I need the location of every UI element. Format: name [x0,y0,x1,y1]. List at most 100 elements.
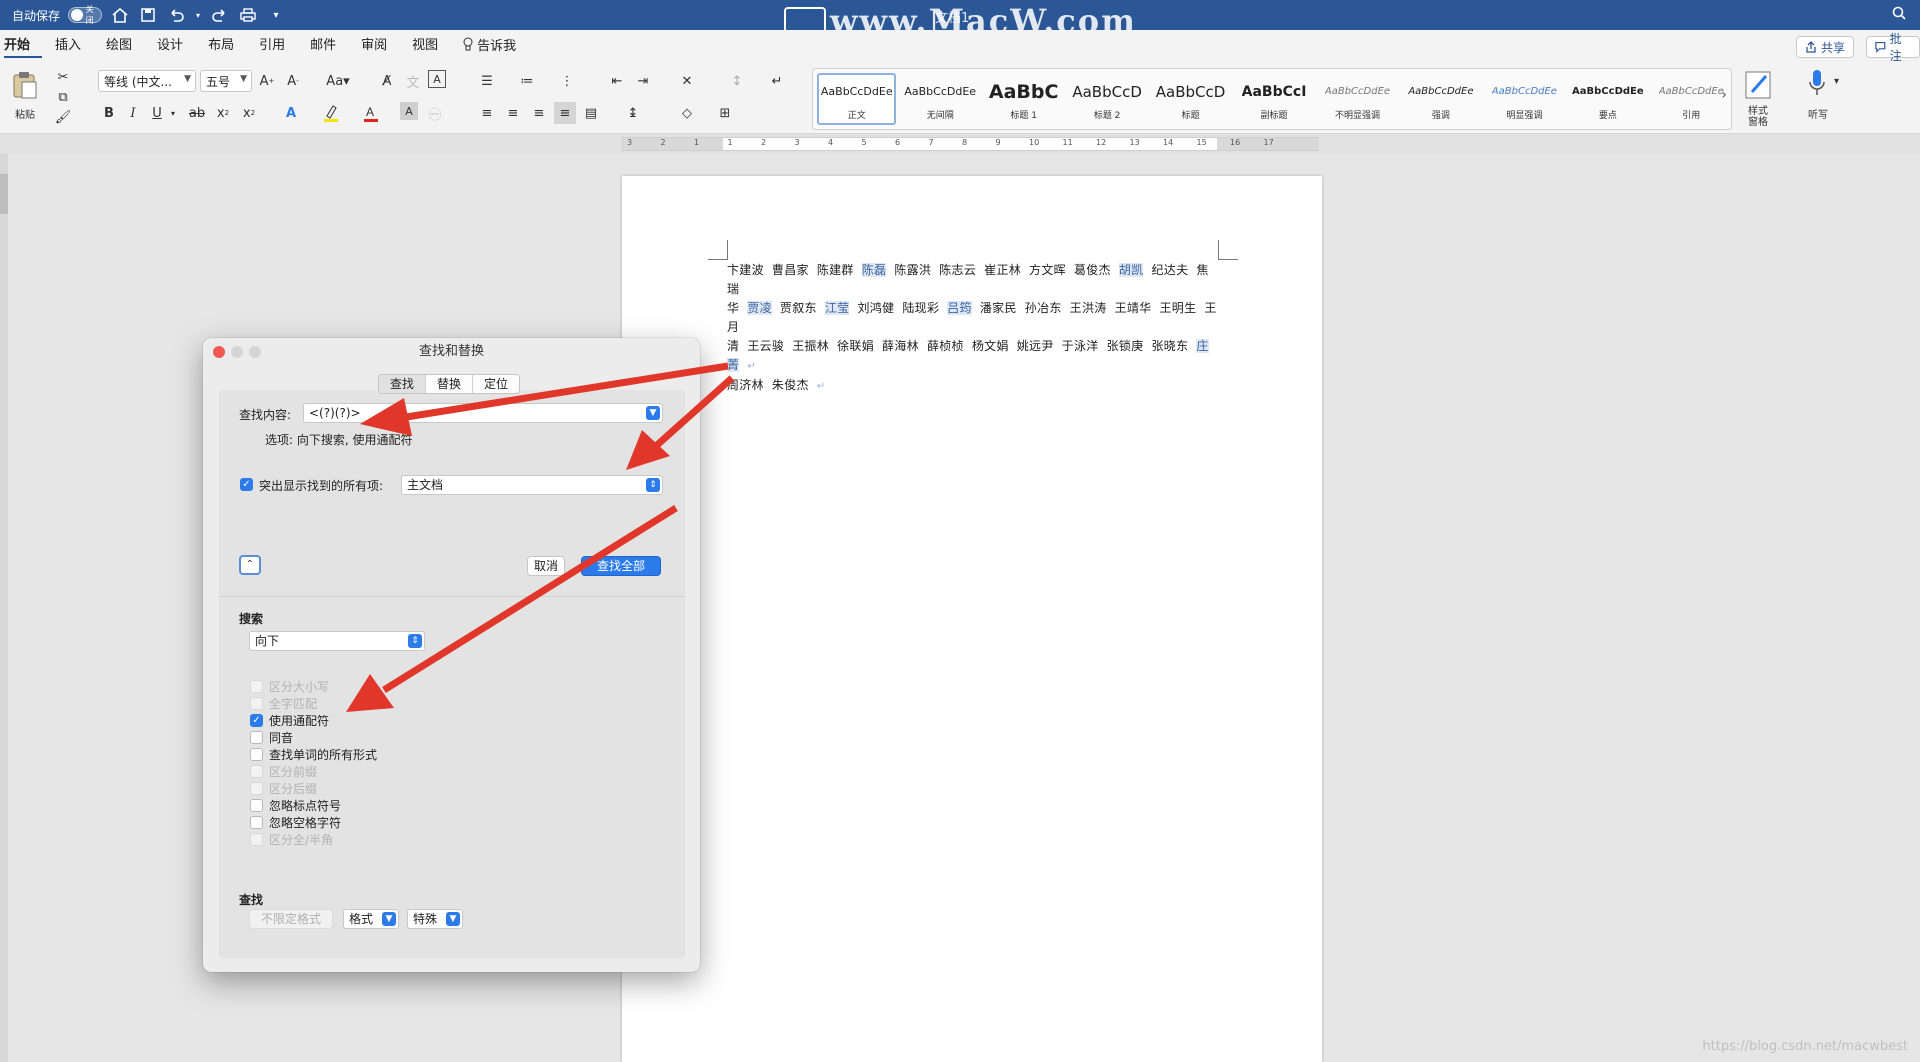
borders-icon[interactable]: ⊞ [714,102,736,124]
align-left-icon[interactable]: ≡ [476,102,498,124]
tab-6[interactable]: 邮件 [310,36,348,58]
style-0[interactable]: AaBbCcDdEe 正文 [817,73,897,125]
asian-layout-icon[interactable]: ✕ [676,70,698,92]
autosave-toggle[interactable]: 关闭 [68,5,103,25]
no-format-button[interactable]: 不限定格式 [249,909,333,929]
tab-7[interactable]: 审阅 [361,36,399,58]
text-effects-icon[interactable]: A [280,102,302,124]
search-direction-select[interactable]: 向下 ⇕ [249,631,425,651]
highlight-all-checkbox[interactable]: ✓ [240,478,253,491]
superscript-icon[interactable]: x2 [238,102,260,124]
home-icon[interactable] [110,6,130,24]
decrease-indent-icon[interactable]: ⇤ [606,70,628,92]
styles-pane-icon[interactable] [1742,68,1776,102]
line-spacing-icon[interactable]: ↨ [622,102,644,124]
print-icon[interactable] [238,6,258,24]
font-color-icon[interactable]: A [360,102,382,124]
grow-font-icon[interactable]: A + [256,70,278,92]
option-checkbox[interactable] [250,799,263,812]
style-6[interactable]: AaBbCcDdEe 不明显强调 [1318,73,1397,125]
justify-icon[interactable]: ≡ [554,102,576,124]
vertical-ruler[interactable] [0,154,8,1062]
multilevel-list-icon[interactable]: ⋮ [556,70,578,92]
tell-me-search[interactable]: 告诉我 [463,36,528,58]
tab-5[interactable]: 引用 [259,36,297,58]
dialog-tab-1[interactable]: 替换 [426,375,474,393]
undo-icon[interactable] [166,6,186,24]
dialog-tab-2[interactable]: 定位 [473,375,519,393]
style-7[interactable]: AaBbCcDdEe 强调 [1401,73,1480,125]
option-checkbox[interactable] [250,731,263,744]
option-checkbox[interactable] [250,748,263,761]
style-5[interactable]: AaBbCcI 副标题 [1234,73,1313,125]
document-page[interactable]: 卞建波 曹昌家 陈建群 陈磊 陈露洪 陈志云 崔正林 方文晖 葛俊杰 胡凯 纪达夫 焦瑞华贾凌 贾叙东江… [622,176,1322,1062]
chevron-right-icon[interactable]: › [1721,87,1727,103]
align-right-icon[interactable]: ≡ [528,102,550,124]
cancel-button[interactable]: 取消 [527,556,565,576]
format-dropdown[interactable]: 格式 ▼ [343,909,399,929]
italic-icon[interactable]: I [122,102,144,124]
enclose-char-icon[interactable]: ㊀ [424,102,446,124]
shrink-font-icon[interactable]: A- [282,70,304,92]
copy-icon[interactable]: ⧉ [52,86,74,108]
horizontal-ruler[interactable]: 3 2 1 1 2 3 4 5 6 7 8 9 10 11 12 13 14 15 16 17 [0,134,1920,154]
find-what-input[interactable]: <(?)(?)> ▼ [303,403,663,423]
bold-icon[interactable]: B [98,102,120,124]
tab-8[interactable]: 视图 [412,36,450,58]
cut-icon[interactable]: ✂ [52,66,74,88]
highlight-scope-select[interactable]: 主文档 ⇕ [401,475,663,495]
numbering-icon[interactable]: ≔ [516,70,538,92]
style-4[interactable]: AaBbCcD 标题 [1151,73,1230,125]
tab-0[interactable]: 开始 [4,36,43,58]
clear-formatting-icon[interactable]: A̸ [376,70,398,92]
share-button[interactable]: 共享 [1796,36,1855,58]
format-painter-icon[interactable]: 🖌 [52,106,74,128]
chevron-down-icon[interactable]: ▾ [1834,76,1839,87]
subscript-icon[interactable]: x2 [212,102,234,124]
char-shading-icon[interactable]: A [400,102,418,120]
style-8[interactable]: AaBbCcDdEe 明显强调 [1485,73,1564,125]
tab-4[interactable]: 布局 [208,36,246,58]
chevron-down-icon[interactable]: ▾ [194,6,202,24]
char-border-icon[interactable]: A [428,70,446,88]
search-icon[interactable] [1892,6,1906,24]
customize-toolbar-icon[interactable]: ▾ [266,6,286,24]
highlight-color-icon[interactable] [320,102,342,124]
find-all-button[interactable]: 查找全部 [581,556,661,576]
style-name: 标题 2 [1093,110,1121,121]
option-checkbox[interactable]: ✓ [250,714,263,727]
collapse-options-button[interactable]: ⌃ [239,555,261,575]
comments-button[interactable]: 批注 [1866,32,1920,63]
phonetic-guide-icon[interactable]: 文 [402,70,424,92]
dialog-tab-0[interactable]: 查找 [379,375,427,393]
strikethrough-icon[interactable]: ab [186,102,208,124]
tab-3[interactable]: 设计 [157,36,195,58]
font-name-select[interactable]: 等线 (中文... ▼ [98,70,196,92]
sort-icon[interactable]: ↕ [726,70,748,92]
chevron-down-icon[interactable]: ▾ [168,102,178,124]
option-checkbox[interactable] [250,816,263,829]
style-1[interactable]: AaBbCcDdEe 无间隔 [900,73,979,125]
paste-icon[interactable] [10,70,40,100]
save-icon[interactable] [138,6,158,24]
font-size-select[interactable]: 五号 ▼ [200,70,252,92]
style-3[interactable]: AaBbCcD 标题 2 [1067,73,1146,125]
special-dropdown[interactable]: 特殊 ▼ [407,909,463,929]
tab-2[interactable]: 绘图 [106,36,144,58]
style-10[interactable]: AaBbCcDdEe 引用 [1652,73,1731,125]
show-marks-icon[interactable]: ↵ [766,70,788,92]
distributed-icon[interactable]: ▤ [580,102,602,124]
style-2[interactable]: AaBbC 标题 1 [984,73,1063,125]
underline-icon[interactable]: U [146,102,168,124]
bullets-icon[interactable]: ☰ [476,70,498,92]
microphone-icon[interactable] [1802,68,1832,98]
change-case-button[interactable]: Aa ▾ [320,70,356,92]
style-9[interactable]: AaBbCcDdEe 要点 [1568,73,1647,125]
increase-indent-icon[interactable]: ⇥ [632,70,654,92]
redo-icon[interactable] [210,6,230,24]
chevron-down-icon[interactable]: ▼ [646,406,660,420]
document-body[interactable]: 卞建波 曹昌家 陈建群 陈磊 陈露洪 陈志云 崔正林 方文晖 葛俊杰 胡凯 纪达夫 焦瑞华贾凌 贾叙东江… [727,261,1222,396]
align-center-icon[interactable]: ≡ [502,102,524,124]
tab-1[interactable]: 插入 [55,36,93,58]
shading-icon[interactable]: ◇ [676,102,698,124]
